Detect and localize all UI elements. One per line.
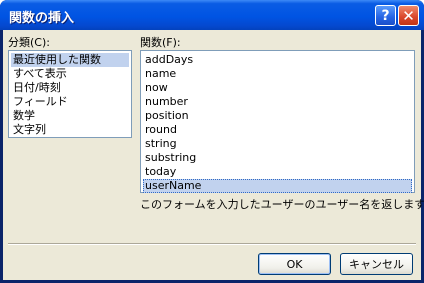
close-button[interactable]: ✕ bbox=[398, 5, 419, 26]
cancel-button[interactable]: キャンセル bbox=[340, 253, 413, 275]
category-listbox[interactable]: 最近使用した関数 すべて表示 日付/時刻 フィールド 数学 文字列 bbox=[8, 50, 132, 138]
category-item-text[interactable]: 文字列 bbox=[11, 123, 129, 137]
title-bar[interactable]: 関数の挿入 ? ✕ bbox=[0, 0, 424, 30]
function-item-selected[interactable]: userName bbox=[143, 179, 412, 193]
function-listbox[interactable]: addDays name now number position round s… bbox=[140, 50, 415, 193]
function-item[interactable]: today bbox=[143, 165, 412, 179]
function-item[interactable]: substring bbox=[143, 151, 412, 165]
separator bbox=[8, 243, 416, 245]
insert-function-dialog: 関数の挿入 ? ✕ 分類(C): 最近使用した関数 すべて表示 日付/時刻 フィ… bbox=[0, 0, 424, 283]
function-item[interactable]: addDays bbox=[143, 53, 412, 67]
function-item[interactable]: now bbox=[143, 81, 412, 95]
category-item-field[interactable]: フィールド bbox=[11, 95, 129, 109]
category-item-all[interactable]: すべて表示 bbox=[11, 67, 129, 81]
function-label: 関数(F): bbox=[140, 36, 181, 49]
category-item-recent[interactable]: 最近使用した関数 bbox=[11, 53, 129, 67]
function-item[interactable]: number bbox=[143, 95, 412, 109]
close-icon: ✕ bbox=[402, 6, 415, 25]
category-item-math[interactable]: 数学 bbox=[11, 109, 129, 123]
help-icon: ? bbox=[381, 7, 390, 24]
dialog-title: 関数の挿入 bbox=[9, 11, 75, 26]
function-description: このフォームを入力したユーザーのユーザー名を返します。 bbox=[140, 198, 424, 211]
function-item[interactable]: name bbox=[143, 67, 412, 81]
dialog-body: 分類(C): 最近使用した関数 すべて表示 日付/時刻 フィールド 数学 文字列… bbox=[3, 30, 424, 280]
function-item[interactable]: string bbox=[143, 137, 412, 151]
help-button[interactable]: ? bbox=[375, 5, 396, 26]
ok-button[interactable]: OK bbox=[258, 253, 331, 275]
category-item-date-time[interactable]: 日付/時刻 bbox=[11, 81, 129, 95]
category-label: 分類(C): bbox=[8, 36, 50, 49]
function-item[interactable]: round bbox=[143, 123, 412, 137]
function-item[interactable]: position bbox=[143, 109, 412, 123]
